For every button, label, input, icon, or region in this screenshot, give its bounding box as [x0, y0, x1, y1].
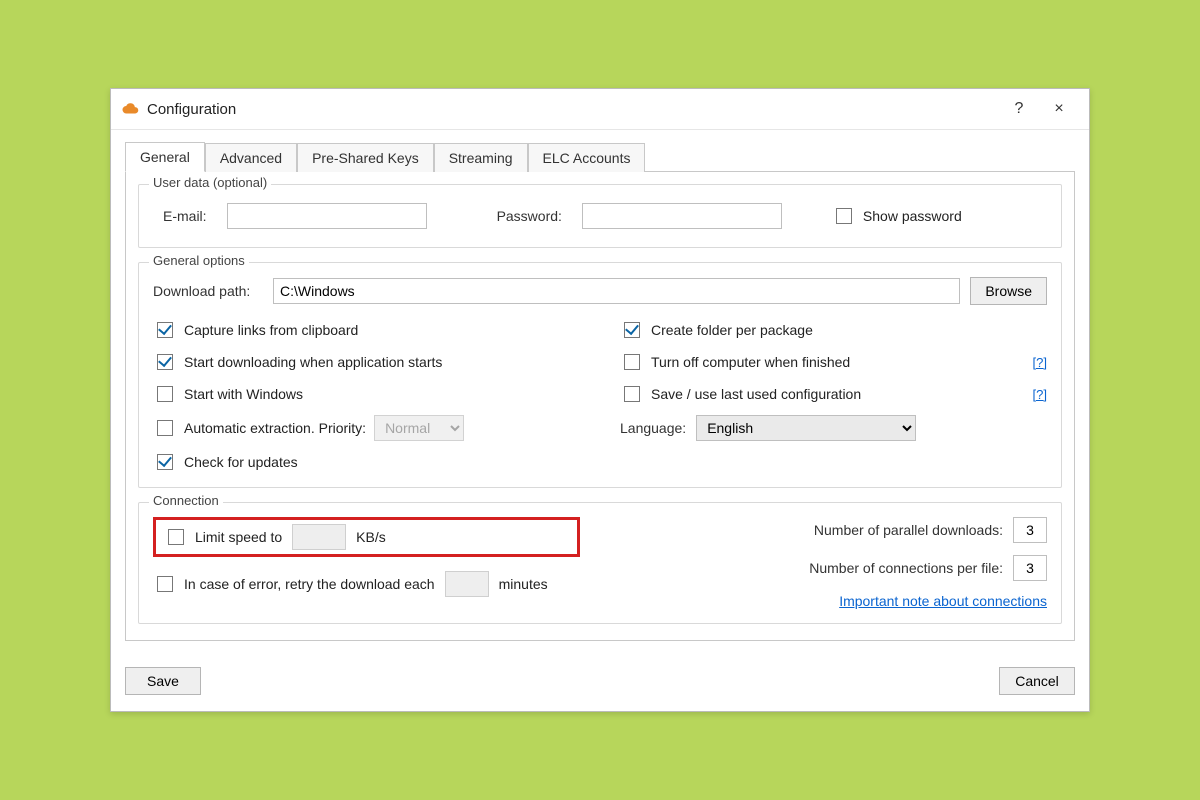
connections-note-link[interactable]: Important note about connections	[839, 593, 1047, 609]
limit-speed-unit: KB/s	[356, 529, 386, 545]
tabstrip: General Advanced Pre-Shared Keys Streami…	[125, 142, 1075, 172]
help-turnoff[interactable]: [?]	[1033, 355, 1047, 370]
check-updates-input[interactable]	[157, 454, 173, 470]
tab-body-general: User data (optional) E-mail: Password: S…	[125, 171, 1075, 641]
check-limit-speed-input[interactable]	[168, 529, 184, 545]
check-save-config[interactable]: Save / use last used configuration	[620, 383, 1023, 405]
app-cloud-icon	[121, 100, 139, 118]
save-button[interactable]: Save	[125, 667, 201, 695]
check-start-downloading[interactable]: Start downloading when application start…	[153, 351, 580, 373]
check-turnoff-input[interactable]	[624, 354, 640, 370]
configuration-dialog: Configuration ? × General Advanced Pre-S…	[110, 88, 1090, 712]
cancel-button[interactable]: Cancel	[999, 667, 1075, 695]
download-path-label: Download path:	[153, 283, 263, 299]
check-create-folder[interactable]: Create folder per package	[620, 319, 1047, 341]
tab-preshared-keys[interactable]: Pre-Shared Keys	[297, 143, 434, 172]
window-title: Configuration	[147, 101, 236, 118]
check-start-with-windows-input[interactable]	[157, 386, 173, 402]
check-updates[interactable]: Check for updates	[153, 451, 580, 473]
group-connection: Connection Limit speed to KB/s	[138, 502, 1062, 624]
tab-streaming[interactable]: Streaming	[434, 143, 528, 172]
tab-elc-accounts[interactable]: ELC Accounts	[528, 143, 646, 172]
tab-general[interactable]: General	[125, 142, 205, 172]
email-label: E-mail:	[163, 208, 207, 224]
language-label: Language:	[620, 420, 686, 436]
email-field[interactable]	[227, 203, 427, 229]
connections-per-file-label: Number of connections per file:	[809, 560, 1003, 576]
priority-select[interactable]: Normal	[374, 415, 464, 441]
help-save-config[interactable]: [?]	[1033, 387, 1047, 402]
show-password-checkbox[interactable]: Show password	[832, 205, 962, 227]
check-retry[interactable]: In case of error, retry the download eac…	[153, 573, 435, 595]
left-options-column: Capture links from clipboard Start downl…	[153, 319, 580, 473]
limit-speed-field[interactable]	[292, 524, 346, 550]
connections-per-file-field[interactable]	[1013, 555, 1047, 581]
parallel-downloads-field[interactable]	[1013, 517, 1047, 543]
check-capture-links-input[interactable]	[157, 322, 173, 338]
check-create-folder-input[interactable]	[624, 322, 640, 338]
check-limit-speed[interactable]: Limit speed to	[164, 526, 282, 548]
parallel-downloads-label: Number of parallel downloads:	[814, 522, 1003, 538]
group-general-options: General options Download path: Browse Ca…	[138, 262, 1062, 488]
password-field[interactable]	[582, 203, 782, 229]
check-turnoff[interactable]: Turn off computer when finished	[620, 351, 1023, 373]
password-label: Password:	[497, 208, 562, 224]
check-save-config-input[interactable]	[624, 386, 640, 402]
close-button[interactable]: ×	[1039, 95, 1079, 123]
dialog-content: General Advanced Pre-Shared Keys Streami…	[111, 130, 1089, 655]
group-connection-legend: Connection	[149, 493, 223, 508]
retry-minutes-field[interactable]	[445, 571, 489, 597]
check-capture-links[interactable]: Capture links from clipboard	[153, 319, 580, 341]
right-options-column: Create folder per package Turn off compu…	[620, 319, 1047, 473]
check-auto-extraction[interactable]: Automatic extraction. Priority:	[153, 417, 366, 439]
group-general-options-legend: General options	[149, 253, 249, 268]
check-auto-extraction-input[interactable]	[157, 420, 173, 436]
show-password-label: Show password	[863, 208, 962, 224]
dialog-footer: Save Cancel	[111, 655, 1089, 711]
download-path-field[interactable]	[273, 278, 960, 304]
check-start-downloading-input[interactable]	[157, 354, 173, 370]
titlebar: Configuration ? ×	[111, 89, 1089, 130]
browse-button[interactable]: Browse	[970, 277, 1047, 305]
help-button[interactable]: ?	[999, 95, 1039, 123]
limit-speed-highlight: Limit speed to KB/s	[153, 517, 580, 557]
check-retry-input[interactable]	[157, 576, 173, 592]
language-select[interactable]: English	[696, 415, 916, 441]
group-user-data-legend: User data (optional)	[149, 175, 271, 190]
show-password-checkbox-input[interactable]	[836, 208, 852, 224]
tab-advanced[interactable]: Advanced	[205, 143, 297, 172]
check-start-with-windows[interactable]: Start with Windows	[153, 383, 580, 405]
retry-unit: minutes	[499, 576, 548, 592]
group-user-data: User data (optional) E-mail: Password: S…	[138, 184, 1062, 248]
